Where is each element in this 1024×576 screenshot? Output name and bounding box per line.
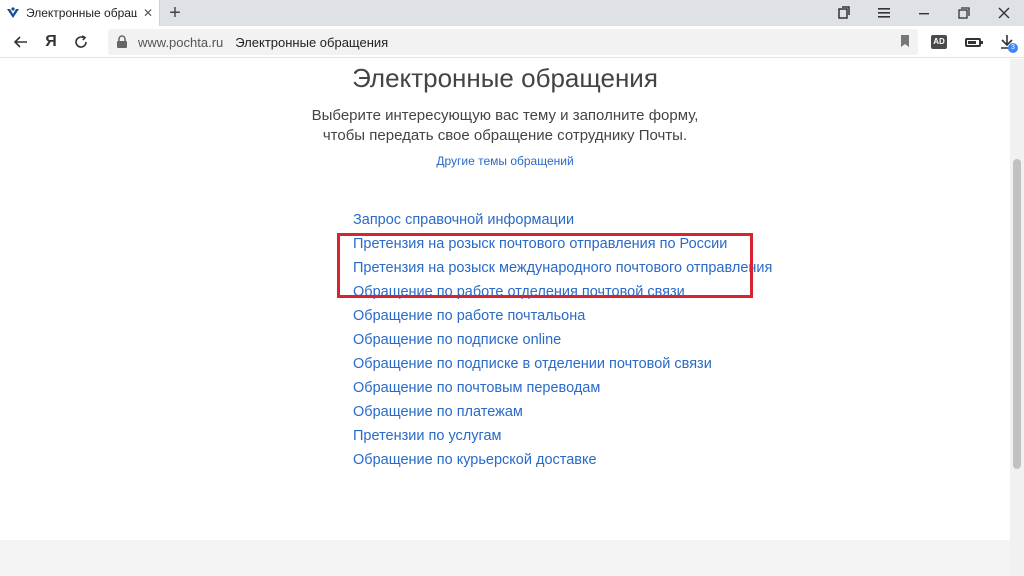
link-payments[interactable]: Обращение по платежам xyxy=(353,403,773,422)
toolbar-right: AD 3 xyxy=(922,26,1024,58)
link-money-transfers[interactable]: Обращение по почтовым переводам xyxy=(353,379,773,398)
yandex-button[interactable]: Я xyxy=(36,27,66,57)
subtitle-line-1: Выберите интересующую вас тему и заполни… xyxy=(311,107,699,124)
scrollbar[interactable] xyxy=(1010,59,1024,576)
download-count-badge: 3 xyxy=(1008,43,1018,53)
battery-icon xyxy=(965,37,983,47)
adblock-icon: AD xyxy=(931,35,947,49)
window-controls xyxy=(824,0,1024,26)
page-content: Электронные обращения Выберите интересую… xyxy=(0,59,1010,576)
menu-icon[interactable] xyxy=(864,0,904,26)
downloads-button[interactable]: 3 xyxy=(990,26,1024,58)
tab-active[interactable]: Электронные обращен ✕ xyxy=(0,0,160,26)
url-domain: www.pochta.ru xyxy=(138,34,224,50)
url-field[interactable]: www.pochta.ru Электронные обращения xyxy=(108,29,918,55)
tab-close-icon[interactable]: ✕ xyxy=(143,6,153,20)
tab-title: Электронные обращен xyxy=(26,6,137,20)
url-page-title: Электронные обращения xyxy=(235,34,389,50)
restore-icon[interactable] xyxy=(944,0,984,26)
subtitle-line-2: чтобы передать свое обращение сотруднику… xyxy=(322,127,688,144)
other-topics-link[interactable]: Другие темы обращений xyxy=(0,154,1010,168)
close-window-icon[interactable] xyxy=(984,0,1024,26)
minimize-icon[interactable] xyxy=(904,0,944,26)
pochta-logo-icon xyxy=(6,6,20,20)
link-subscription-online[interactable]: Обращение по подписке online xyxy=(353,331,773,350)
page-footer-strip xyxy=(0,540,1010,576)
page-heading: Электронные обращения xyxy=(352,63,658,93)
highlight-box xyxy=(337,233,753,298)
battery-saver-button[interactable] xyxy=(956,26,990,58)
reload-button[interactable] xyxy=(66,27,96,57)
page-subtitle: Выберите интересующую вас тему и заполни… xyxy=(0,106,1010,146)
adblock-button[interactable]: AD xyxy=(922,26,956,58)
scrollbar-thumb[interactable] xyxy=(1013,159,1021,469)
link-info-request[interactable]: Запрос справочной информации xyxy=(353,211,773,230)
address-bar: Я www.pochta.ru Электронные обращения AD… xyxy=(0,26,1024,58)
back-arrow-icon xyxy=(14,35,27,48)
bookmark-icon[interactable] xyxy=(900,34,910,48)
collections-icon[interactable] xyxy=(824,0,864,26)
new-tab-button[interactable]: + xyxy=(164,2,186,24)
link-courier[interactable]: Обращение по курьерской доставке xyxy=(353,451,773,470)
lock-icon xyxy=(116,35,128,49)
tab-bar: Электронные обращен ✕ + xyxy=(0,0,1024,26)
link-service-claims[interactable]: Претензии по услугам xyxy=(353,427,773,446)
back-button[interactable] xyxy=(6,27,36,57)
reload-icon xyxy=(75,34,87,48)
link-subscription-office[interactable]: Обращение по подписке в отделении почтов… xyxy=(353,355,773,374)
link-postman[interactable]: Обращение по работе почтальона xyxy=(353,307,773,326)
